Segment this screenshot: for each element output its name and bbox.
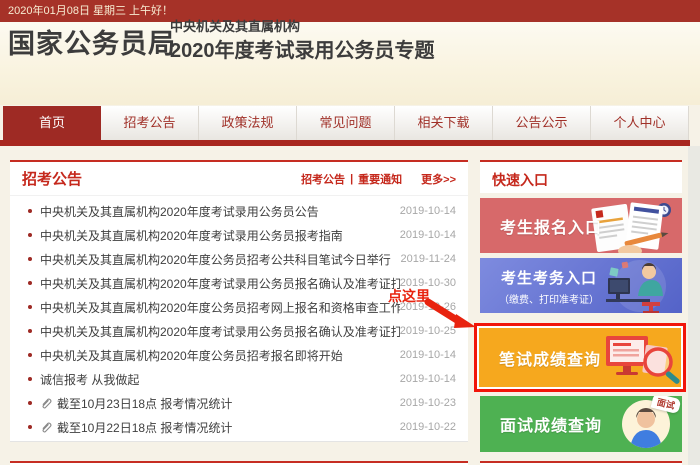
announcement-date: 2019-10-14 <box>400 205 456 217</box>
tab-downloads[interactable]: 相关下载 <box>395 106 493 140</box>
quick-entry-title: 快速入口 <box>480 162 682 190</box>
bullet-icon <box>28 209 32 213</box>
announcement-link[interactable]: 截至10月23日18点 报考情况统计 <box>57 395 400 412</box>
announcement-date: 2019-10-14 <box>400 373 456 385</box>
list-item: 中央机关及其直属机构2020年度公务员招考公共科目笔试今日举行2019-11-2… <box>22 247 456 271</box>
announcements-header-links: 招考公告 | 重要通知 更多>> <box>301 171 456 187</box>
interview-score-query-label: 面试成绩查询 <box>500 412 602 436</box>
list-item: 截至10月22日18点 报考情况统计2019-10-22 <box>22 415 456 439</box>
bullet-icon <box>28 305 32 309</box>
announcement-link[interactable]: 中央机关及其直属机构2020年度公务员招考报名即将开始 <box>40 347 400 364</box>
announcement-link[interactable]: 截至10月22日18点 报考情况统计 <box>57 419 400 436</box>
exam-affairs-button[interactable]: 考生考务入口 （缴费、打印准考证） <box>480 258 682 313</box>
next-panel-right-stub <box>480 461 682 465</box>
next-panel-left-stub <box>10 461 468 465</box>
datetime-text: 2020年01月08日 星期三 上午好！ <box>8 5 173 17</box>
annotation-arrow-icon <box>418 294 480 340</box>
header-subtitle-topic: 2020年度考试录用公务员专题 <box>170 34 435 63</box>
interview-score-query-button[interactable]: 面试 面试成绩查询 <box>480 396 682 452</box>
score-query-illustration <box>596 328 681 387</box>
tab-policies[interactable]: 政策法规 <box>199 106 297 140</box>
announcement-link[interactable]: 中央机关及其直属机构2020年度考试录用公务员公告 <box>40 203 400 220</box>
link-announcements[interactable]: 招考公告 <box>301 171 345 187</box>
tab-notices[interactable]: 公告公示 <box>493 106 591 140</box>
nav-underline-bar <box>0 140 690 146</box>
list-item: 中央机关及其直属机构2020年度考试录用公务员报考指南2019-10-14 <box>22 223 456 247</box>
exam-affairs-sublabel: （缴费、打印准考证） <box>490 291 608 306</box>
written-score-query-label: 笔试成绩查询 <box>499 346 601 370</box>
bullet-icon <box>28 329 32 333</box>
bullet-icon <box>28 353 32 357</box>
written-score-query-button[interactable]: 笔试成绩查询 <box>479 328 681 387</box>
announcement-link[interactable]: 中央机关及其直属机构2020年度考试录用公务员报名确认及准考证打印咨询电话 <box>40 275 400 292</box>
page-edge-strip <box>688 146 700 465</box>
announcements-panel-header: 招考公告 招考公告 | 重要通知 更多>> <box>10 162 468 196</box>
site-logo-title: 国家公务员局 <box>8 22 176 61</box>
announcements-title: 招考公告 <box>22 168 82 189</box>
tab-home[interactable]: 首页 <box>3 106 101 140</box>
candidate-registration-button[interactable]: 考生报名入口 <box>480 198 682 253</box>
more-link[interactable]: 更多>> <box>421 171 456 187</box>
bullet-icon <box>28 377 32 381</box>
tab-faq[interactable]: 常见问题 <box>297 106 395 140</box>
announcement-link[interactable]: 诚信报考 从我做起 <box>40 371 400 388</box>
bullet-icon <box>28 401 32 405</box>
paperclip-icon <box>40 421 52 433</box>
exam-affairs-labels: 考生考务入口 （缴费、打印准考证） <box>490 267 608 306</box>
announcement-date: 2019-10-14 <box>400 229 456 241</box>
paperclip-icon <box>40 397 52 409</box>
announcement-link[interactable]: 中央机关及其直属机构2020年度考试录用公务员报考指南 <box>40 227 400 244</box>
header-subtitle-org: 中央机关及其直属机构 <box>170 16 300 35</box>
announcements-list: 中央机关及其直属机构2020年度考试录用公务员公告2019-10-14 中央机关… <box>10 196 468 439</box>
announcement-date: 2019-10-22 <box>400 421 456 433</box>
bullet-icon <box>28 425 32 429</box>
bullet-icon <box>28 281 32 285</box>
announcement-date: 2019-10-23 <box>400 397 456 409</box>
link-important-notices[interactable]: 重要通知 <box>358 171 402 187</box>
tab-personal-center[interactable]: 个人中心 <box>591 106 689 140</box>
quick-entry-panel: 快速入口 <box>480 160 682 193</box>
list-item: 截至10月23日18点 报考情况统计2019-10-23 <box>22 391 456 415</box>
bullet-icon <box>28 233 32 237</box>
list-item: 诚信报考 从我做起2019-10-14 <box>22 367 456 391</box>
announcement-link[interactable]: 中央机关及其直属机构2020年度公务员招考公共科目笔试今日举行 <box>40 251 401 268</box>
candidate-registration-label: 考生报名入口 <box>500 214 602 238</box>
page: 2020年01月08日 星期三 上午好！ 国家公务员局 中央机关及其直属机构 2… <box>0 0 700 465</box>
exam-affairs-label: 考生考务入口 <box>490 267 608 288</box>
list-item: 中央机关及其直属机构2020年度公务员招考报名即将开始2019-10-14 <box>22 343 456 367</box>
tab-announcements[interactable]: 招考公告 <box>101 106 199 140</box>
main-nav: 首页 招考公告 政策法规 常见问题 相关下载 公告公示 个人中心 <box>0 106 700 140</box>
top-bar: 2020年01月08日 星期三 上午好！ <box>0 0 700 22</box>
announcement-date: 2019-11-24 <box>401 253 456 265</box>
list-item: 中央机关及其直属机构2020年度考试录用公务员报名确认及准考证打印网址2019-… <box>22 319 456 343</box>
exam-affairs-illustration <box>602 258 682 313</box>
announcement-date: 2019-10-14 <box>400 349 456 361</box>
list-item: 中央机关及其直属机构2020年度考试录用公务员公告2019-10-14 <box>22 199 456 223</box>
announcement-link[interactable]: 中央机关及其直属机构2020年度公务员招考网上报名和资格审查工作结束 <box>40 299 400 316</box>
highlight-box: 笔试成绩查询 <box>474 323 686 392</box>
announcement-link[interactable]: 中央机关及其直属机构2020年度考试录用公务员报名确认及准考证打印网址 <box>40 323 400 340</box>
link-separator: | <box>350 173 353 185</box>
bullet-icon <box>28 257 32 261</box>
